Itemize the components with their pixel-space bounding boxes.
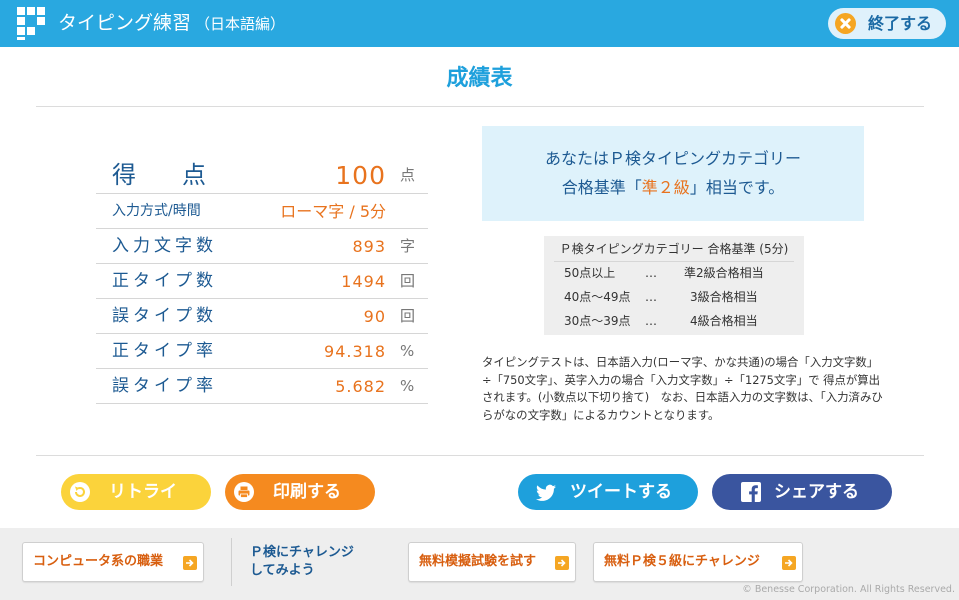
app-header: タイピング練習 （日本語編） 終了する <box>0 0 959 47</box>
careers-link-label: コンピュータ系の職業 <box>33 554 164 569</box>
close-icon <box>835 13 856 34</box>
score-row-error-rate: 誤タイプ率 5.682 % <box>96 369 428 404</box>
facebook-share-button[interactable]: シェアする <box>712 474 892 510</box>
criteria-range: 50点以上 <box>564 266 616 280</box>
facebook-icon <box>741 482 761 502</box>
score-row-label: 誤タイプ率 <box>112 376 217 396</box>
criteria-grade: 3級合格相当 <box>690 290 758 304</box>
score-row-correct-types: 正タイプ数 1494 回 <box>96 264 428 299</box>
mock-exam-label: 無料模擬試験を試す <box>419 554 537 569</box>
score-row-unit: 回 <box>400 307 416 325</box>
challenge-line-1: Ｐ検にチャレンジ <box>250 545 354 560</box>
print-button[interactable]: 印刷する <box>225 474 375 510</box>
score-row-label: 正タイプ数 <box>112 271 217 291</box>
exit-button[interactable]: 終了する <box>828 8 946 39</box>
score-row-unit: % <box>400 377 415 395</box>
arrow-right-icon <box>782 556 796 570</box>
result-line-2-prefix: 合格基準「 <box>561 178 642 197</box>
score-total-label: 得点 <box>112 157 212 194</box>
app-title-sub: （日本語編） <box>195 15 286 33</box>
score-row-value: 1494 <box>341 272 386 291</box>
footer: コンピュータ系の職業 Ｐ検にチャレンジ してみよう 無料模擬試験を試す 無料Ｐ検… <box>0 528 959 600</box>
share-button-label: シェアする <box>774 482 859 502</box>
criteria-range: 30点～39点 <box>564 314 631 328</box>
printer-icon <box>234 482 254 502</box>
p-logo-icon <box>17 7 45 40</box>
score-row-label: 誤タイプ数 <box>112 306 217 326</box>
score-row-unit: 回 <box>400 272 416 290</box>
criteria-grade: 4級合格相当 <box>690 314 758 328</box>
grade5-challenge-label: 無料Ｐ検５級にチャレンジ <box>604 554 760 569</box>
score-row-unit: 字 <box>400 237 416 255</box>
score-total-unit: 点 <box>400 166 416 184</box>
twitter-bird-icon <box>536 484 556 501</box>
score-row-label: 入力文字数 <box>112 236 217 256</box>
mock-exam-button[interactable]: 無料模擬試験を試す <box>408 542 576 582</box>
page-title: 成績表 <box>446 66 513 91</box>
result-grade: 準２級 <box>641 178 690 197</box>
criteria-sep: … <box>645 290 657 304</box>
retry-button[interactable]: リトライ <box>61 474 211 510</box>
score-row-unit: % <box>400 342 415 360</box>
result-line-2: 合格基準「準２級」相当です。 <box>482 173 864 202</box>
score-row-total: 得点 100 点 <box>96 157 428 194</box>
tweet-button-label: ツイートする <box>570 482 672 502</box>
score-row-label: 入力方式/時間 <box>112 203 201 219</box>
challenge-text: Ｐ検にチャレンジ してみよう <box>250 544 354 580</box>
copyright: © Benesse Corporation. All Rights Reserv… <box>742 584 955 595</box>
grade5-challenge-button[interactable]: 無料Ｐ検５級にチャレンジ <box>593 542 803 582</box>
criteria-table: Ｐ検タイピングカテゴリー 合格基準 (5分) 50点以上 … 準2級合格相当 4… <box>544 236 804 335</box>
arrow-right-icon <box>555 556 569 570</box>
score-row-error-types: 誤タイプ数 90 回 <box>96 299 428 334</box>
footer-divider <box>231 538 232 586</box>
exit-button-label: 終了する <box>868 14 933 33</box>
criteria-range: 40点～49点 <box>564 290 631 304</box>
challenge-line-2: してみよう <box>250 563 315 578</box>
divider-top <box>36 106 924 107</box>
careers-link-button[interactable]: コンピュータ系の職業 <box>22 542 204 582</box>
score-row-value: ローマ字 / 5分 <box>280 202 386 221</box>
result-line-1: あなたはＰ検タイピングカテゴリー <box>544 149 801 168</box>
criteria-sep: … <box>645 314 657 328</box>
score-label-char-1: 得 <box>112 161 136 189</box>
retry-button-label: リトライ <box>109 482 177 502</box>
divider-middle <box>36 455 924 456</box>
score-label-char-2: 点 <box>182 161 206 189</box>
criteria-header: Ｐ検タイピングカテゴリー 合格基準 (5分) <box>559 242 789 256</box>
criteria-sep: … <box>645 266 657 280</box>
result-line-2-suffix: 」相当です。 <box>689 178 785 197</box>
arrow-right-icon <box>183 556 197 570</box>
scoring-note: タイピングテストは、日本語入力(ローマ字、かな共通)の場合「入力文字数」÷「75… <box>482 355 883 422</box>
score-row-chars: 入力文字数 893 字 <box>96 229 428 264</box>
app-title-main: タイピング練習 <box>58 12 192 34</box>
score-row-value: 90 <box>363 307 386 326</box>
criteria-divider <box>554 261 794 262</box>
score-row-value: 893 <box>352 237 386 256</box>
tweet-button[interactable]: ツイートする <box>518 474 698 510</box>
result-box: あなたはＰ検タイピングカテゴリー 合格基準「準２級」相当です。 <box>482 126 864 221</box>
score-row-value: 5.682 <box>335 377 386 396</box>
criteria-grade: 準2級合格相当 <box>684 266 764 280</box>
score-row-value: 94.318 <box>324 342 386 361</box>
score-total-value: 100 <box>335 161 386 190</box>
score-table: 得点 100 点 入力方式/時間 ローマ字 / 5分 入力文字数 893 字 正… <box>96 157 428 404</box>
score-row-method: 入力方式/時間 ローマ字 / 5分 <box>96 194 428 229</box>
print-button-label: 印刷する <box>273 482 341 502</box>
score-row-label: 正タイプ率 <box>112 341 217 361</box>
app-title: タイピング練習 （日本語編） <box>58 10 285 37</box>
score-row-correct-rate: 正タイプ率 94.318 % <box>96 334 428 369</box>
retry-icon <box>70 482 90 502</box>
